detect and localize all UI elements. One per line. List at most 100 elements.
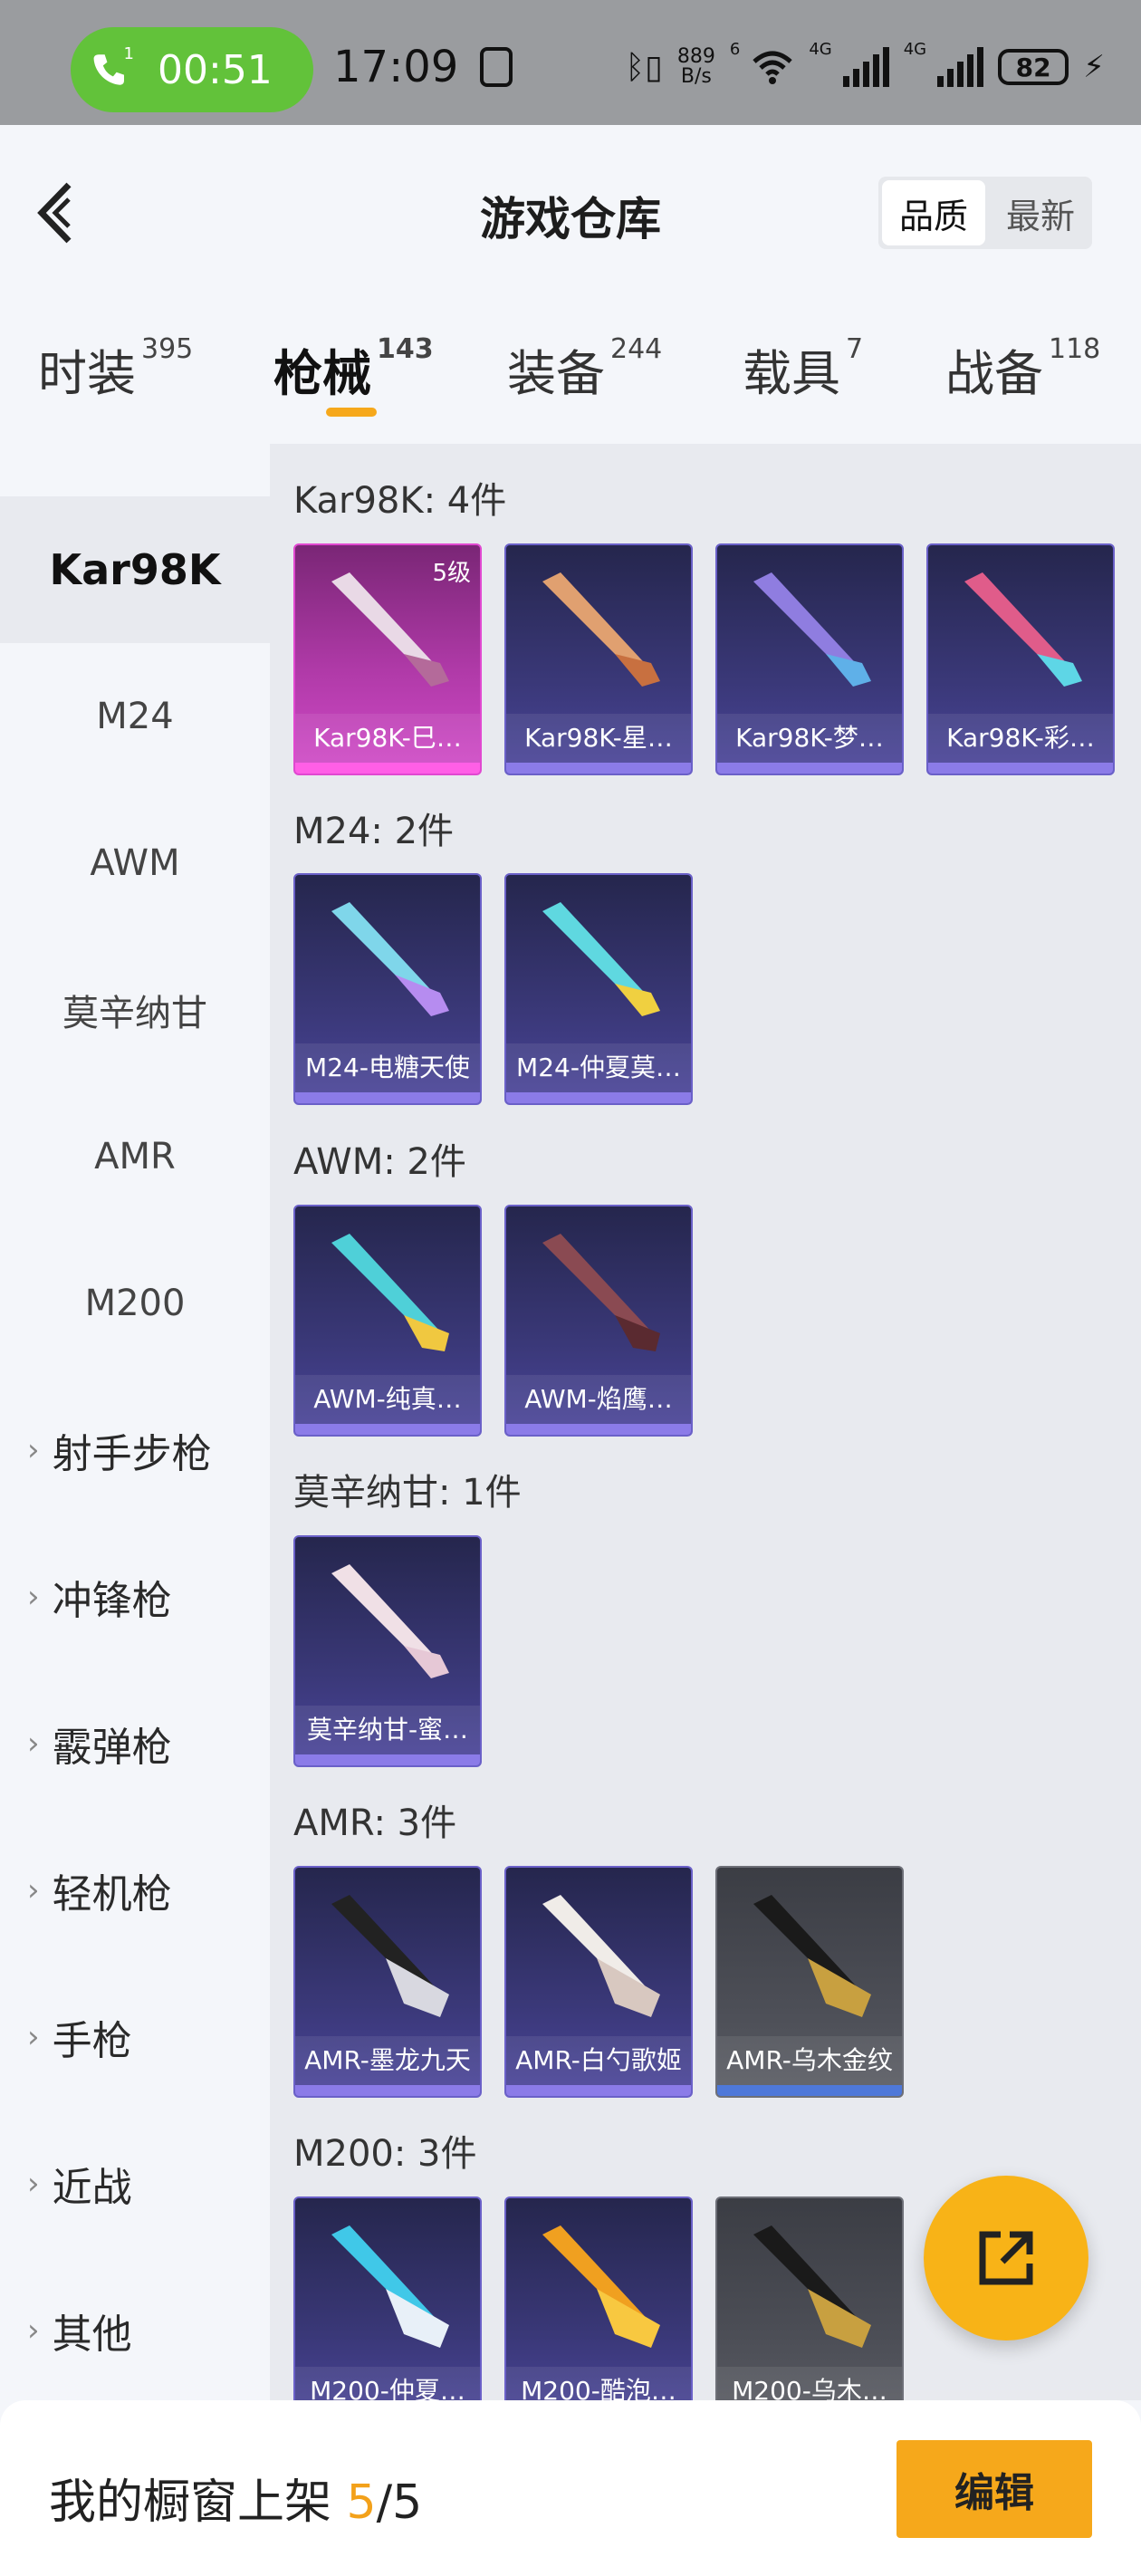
chevron-right-icon: › xyxy=(27,1725,40,1762)
sidebar-item-label: AMR xyxy=(94,1136,176,1177)
sidebar-item-label: 近战 xyxy=(52,2165,132,2211)
rifle-icon xyxy=(331,1564,449,1678)
chevron-right-icon: › xyxy=(27,1432,40,1468)
sidebar-item-label: 手枪 xyxy=(52,2018,132,2064)
rarity-bar xyxy=(717,763,902,774)
nfc-icon xyxy=(480,47,513,87)
sidebar-item-m24[interactable]: M24 xyxy=(0,643,270,790)
sort-newest-button[interactable]: 最新 xyxy=(989,177,1092,249)
section-title-mosin: 莫辛纳甘: 1件 xyxy=(293,1472,522,1514)
tab-count: 143 xyxy=(377,333,434,365)
sidebar-item-awm[interactable]: AWM xyxy=(0,790,270,937)
sidebar-item-label: 霰弹枪 xyxy=(52,1725,172,1771)
item-name: Kar98K-巳… xyxy=(295,714,480,763)
item-name: M24-电糖天使 xyxy=(295,1043,480,1092)
rifle-icon xyxy=(331,1234,449,1351)
tab-fashion[interactable]: 时装 395 xyxy=(38,333,193,405)
item-card[interactable]: M200-酷泡… xyxy=(504,2196,693,2428)
call-badge: 1 xyxy=(123,43,134,63)
sidebar-group-pistol[interactable]: › 手枪 xyxy=(0,1964,270,2110)
showcase-status: 我的橱窗上架 5/5 xyxy=(49,2464,422,2532)
edit-button[interactable]: 编辑 xyxy=(896,2440,1092,2538)
charging-icon: ⚡ xyxy=(1083,49,1105,85)
tab-count: 118 xyxy=(1049,333,1101,365)
tab-guns[interactable]: 枪械 143 xyxy=(273,333,434,405)
tab-count: 7 xyxy=(846,333,864,365)
tab-equipment[interactable]: 装备 244 xyxy=(507,333,662,405)
item-card[interactable]: 莫辛纳甘-蜜… xyxy=(293,1535,482,1767)
weapon-grid: Kar98K: 4件 5级 Kar98K-巳… Kar98K-星… Kar98K… xyxy=(270,444,1141,2428)
rifle-icon xyxy=(542,1895,660,2017)
share-button[interactable] xyxy=(924,2176,1088,2341)
tab-vehicles[interactable]: 载具 7 xyxy=(743,333,863,405)
item-name: 莫辛纳甘-蜜… xyxy=(295,1706,480,1754)
share-icon xyxy=(979,2231,1033,2285)
signal2-label: 4G xyxy=(903,40,927,59)
item-card[interactable]: AMR-墨龙九天 xyxy=(293,1866,482,2098)
tab-label: 时装 xyxy=(38,345,136,402)
clock: 17:09 xyxy=(333,42,459,92)
item-name: M24-仲夏莫… xyxy=(506,1043,691,1092)
chevron-right-icon: › xyxy=(27,2019,40,2055)
item-card[interactable]: Kar98K-彩… xyxy=(926,543,1115,775)
rifle-icon xyxy=(542,902,660,1016)
sidebar-item-label: Kar98K xyxy=(49,545,221,594)
rarity-bar xyxy=(295,1754,480,1765)
ongoing-call-pill[interactable]: 1 00:51 xyxy=(71,27,313,112)
sidebar-group-melee[interactable]: › 近战 xyxy=(0,2110,270,2257)
rifle-icon xyxy=(331,902,449,1016)
tab-supplies[interactable]: 战备 118 xyxy=(945,333,1100,405)
item-name: Kar98K-梦… xyxy=(717,714,902,763)
chevron-right-icon: › xyxy=(27,2312,40,2349)
app-header: 游戏仓库 品质 最新 xyxy=(0,125,1141,297)
item-name: AMR-乌木金纹 xyxy=(717,2036,902,2085)
item-card[interactable]: 5级 Kar98K-巳… xyxy=(293,543,482,775)
signal2-icon xyxy=(937,47,984,87)
section-title-m24: M24: 2件 xyxy=(293,811,455,852)
signal1-icon xyxy=(842,47,889,87)
active-tab-indicator xyxy=(326,408,377,417)
item-card[interactable]: AWM-焰鹰… xyxy=(504,1205,693,1437)
sidebar-group-lmg[interactable]: › 轻机枪 xyxy=(0,1817,270,1964)
sidebar-group-other[interactable]: › 其他 xyxy=(0,2257,270,2404)
rifle-icon xyxy=(331,2225,449,2348)
rarity-bar xyxy=(506,763,691,774)
wifi-icon xyxy=(753,51,792,84)
tab-label: 枪械 xyxy=(273,345,371,402)
tab-count: 395 xyxy=(141,333,194,365)
sidebar-item-kar98k[interactable]: Kar98K xyxy=(0,496,270,643)
sidebar-item-label: AWM xyxy=(90,842,180,884)
showcase-footer: 我的橱窗上架 5/5 编辑 xyxy=(0,2400,1141,2576)
item-card[interactable]: AMR-白勺歌姬 xyxy=(504,1866,693,2098)
chevron-right-icon: › xyxy=(27,1872,40,1908)
rifle-icon xyxy=(753,572,871,687)
phone-icon: 1 xyxy=(89,44,139,95)
sidebar-item-label: M200 xyxy=(84,1283,186,1324)
sidebar-group-marksman[interactable]: › 射手步枪 xyxy=(0,1377,270,1523)
wifi-badge: 6 xyxy=(729,40,741,59)
sidebar-group-shotgun[interactable]: › 霰弹枪 xyxy=(0,1670,270,1817)
tab-label: 装备 xyxy=(507,345,605,402)
rarity-bar xyxy=(506,1092,691,1103)
net-speed-unit: B/s xyxy=(680,65,712,88)
item-card[interactable]: M200-仲夏… xyxy=(293,2196,482,2428)
sidebar-item-amr[interactable]: AMR xyxy=(0,1083,270,1230)
rifle-icon xyxy=(964,572,1082,687)
sidebar-item-m200[interactable]: M200 xyxy=(0,1230,270,1377)
sort-quality-button[interactable]: 品质 xyxy=(882,180,985,245)
showcase-total-count: 5 xyxy=(392,2475,423,2530)
battery-level: 82 xyxy=(1015,52,1051,82)
item-card[interactable]: AMR-乌木金纹 xyxy=(715,1866,904,2098)
item-card[interactable]: M24-电糖天使 xyxy=(293,873,482,1105)
item-card[interactable]: Kar98K-梦… xyxy=(715,543,904,775)
status-bar: 1 00:51 17:09 ᛒ▯ 889 B/s 6 4G 4G 82 ⚡ xyxy=(0,0,1141,125)
item-card[interactable]: M200-乌木… xyxy=(715,2196,904,2428)
item-card[interactable]: Kar98K-星… xyxy=(504,543,693,775)
sidebar-item-mosin[interactable]: 莫辛纳甘 xyxy=(0,937,270,1083)
chevron-right-icon: › xyxy=(27,2166,40,2202)
item-name: AMR-墨龙九天 xyxy=(295,2036,480,2085)
section-title-m200: M200: 3件 xyxy=(293,2133,477,2175)
item-card[interactable]: M24-仲夏莫… xyxy=(504,873,693,1105)
sidebar-group-smg[interactable]: › 冲锋枪 xyxy=(0,1523,270,1670)
item-card[interactable]: AWM-纯真… xyxy=(293,1205,482,1437)
